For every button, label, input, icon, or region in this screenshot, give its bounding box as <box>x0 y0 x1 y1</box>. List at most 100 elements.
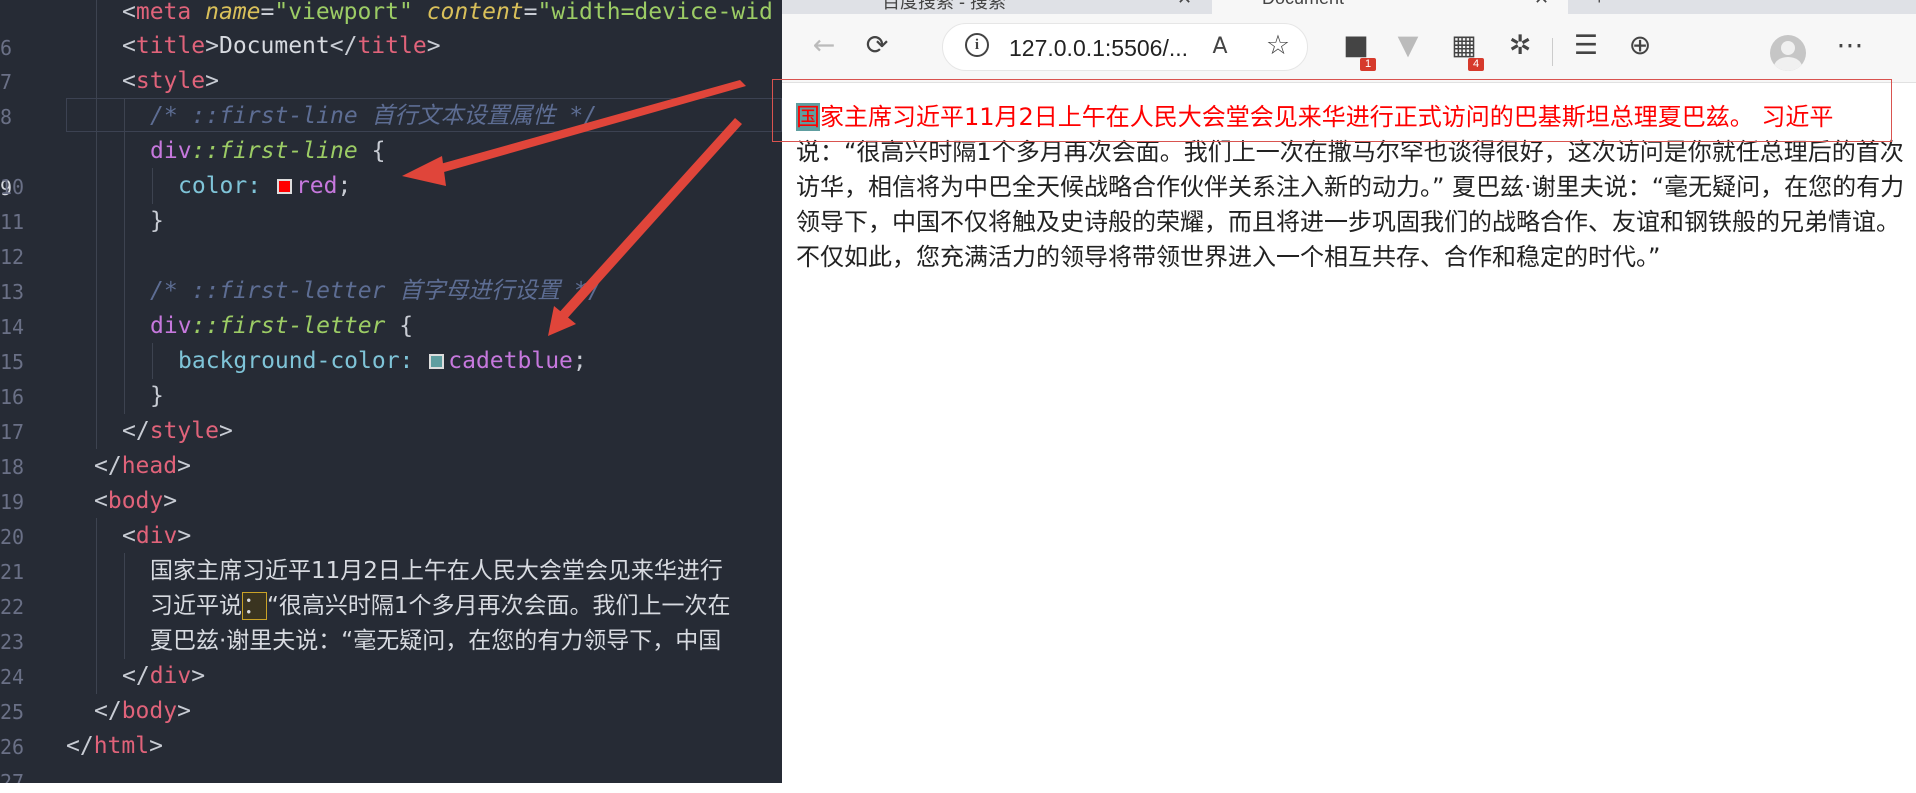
code-text: <meta name="viewport" content="width=dev… <box>122 0 773 25</box>
code-line[interactable]: 8 <style> <box>0 63 782 129</box>
div-text-line: 国家主席习近平11月2日上午在人民大会堂会见来华进行 <box>150 558 723 584</box>
vue-devtools-icon[interactable]: ▼ <box>1390 28 1426 64</box>
code-text: </html> <box>66 733 163 759</box>
profile-avatar[interactable] <box>1770 35 1806 71</box>
code-text: <body> <box>94 488 178 514</box>
code-line[interactable]: 27 </html> <box>0 728 782 783</box>
div-text-segment: 习近平说 <box>150 593 242 619</box>
code-line[interactable]: 17 } <box>0 378 782 444</box>
code-line[interactable]: 14 /* ::first-letter 首字母进行设置 */ <box>0 273 782 339</box>
code-line[interactable]: 16 background-color: cadetblue; <box>0 343 782 409</box>
code-line[interactable]: 24 夏巴兹·谢里夫说：“毫无疑问，在您的有力领导下，中国 <box>0 623 782 689</box>
css-value: cadetblue <box>448 348 573 374</box>
new-tab-icon[interactable]: + <box>1594 0 1605 9</box>
color-swatch[interactable] <box>429 354 445 369</box>
avatar-body <box>1774 57 1802 71</box>
code-line[interactable]: 12 } <box>0 203 782 269</box>
attr-name: content <box>426 0 524 25</box>
code-text: background-color: cadetblue; <box>178 348 587 374</box>
code-text: div::first-line { <box>150 138 386 164</box>
collections-icon[interactable]: ⊕ <box>1622 28 1658 64</box>
indent-guide <box>124 168 125 204</box>
indent-guide <box>124 343 125 379</box>
add-favorite-icon[interactable]: ☆ <box>1260 28 1296 64</box>
indent-guide <box>96 553 97 589</box>
div-text-line: 夏巴兹·谢里夫说：“毫无疑问，在您的有力领导下，中国 <box>150 628 722 654</box>
code-line[interactable]: 23 习近平说：“很高兴时隔1个多月再次会面。我们上一次在 <box>0 588 782 654</box>
toolbar-divider <box>1552 38 1553 66</box>
code-line[interactable]: 18 </style> <box>0 413 782 479</box>
code-line[interactable]: 21 <div> <box>0 518 782 584</box>
code-line[interactable]: 20 <body> <box>0 483 782 549</box>
paragraph-text: 家主席习近平11月2日上午在人民大会堂会见来华进行正式访问的巴基斯坦总理夏巴兹。… <box>796 103 1905 271</box>
reload-icon[interactable]: ⟳ <box>859 28 895 64</box>
code-line-current[interactable]: 9 /* ::first-line 首行文本设置属性 */ <box>0 98 782 200</box>
code-line[interactable]: 11 color: red; <box>0 168 782 234</box>
indent-guide <box>96 203 97 239</box>
code-line[interactable]: 13 <box>0 238 782 304</box>
indent-guide <box>96 0 97 30</box>
browser-toolbar: ← ⟳ i 127.0.0.1:5506/... A ☆ ■ 1 ▼ ▦ 4 ✲… <box>782 14 1916 83</box>
css-property: color: <box>178 173 262 199</box>
code-text: </head> <box>94 453 191 479</box>
code-line[interactable]: 22 国家主席习近平11月2日上午在人民大会堂会见来华进行 <box>0 553 782 619</box>
code-text: } <box>150 383 164 409</box>
address-bar[interactable]: i 127.0.0.1:5506/... <box>942 23 1308 71</box>
indent-guide <box>96 343 97 379</box>
code-text: </body> <box>94 698 191 724</box>
code-text: color: red; <box>178 173 352 199</box>
indent-guide <box>124 378 125 414</box>
indent-guide <box>96 133 97 169</box>
indent-guide <box>124 133 125 169</box>
extensions-puzzle-icon[interactable]: ✲ <box>1502 28 1538 64</box>
indent-guide <box>96 98 97 134</box>
code-line[interactable]: 25 </div> <box>0 658 782 724</box>
code-editor[interactable]: 6 <meta name="viewport" content="width=d… <box>0 0 782 783</box>
read-aloud-icon[interactable]: A <box>1200 36 1240 72</box>
tab-active[interactable]: Document ✕ <box>1212 0 1568 14</box>
tab-close-icon[interactable]: ✕ <box>1177 0 1192 9</box>
browser-window: 百度搜索 - 搜索 ✕ Document ✕ + ← ⟳ i 127.0.0.1… <box>782 0 1916 783</box>
indent-guide <box>96 658 97 694</box>
css-comment: /* ::first-letter 首字母进行设置 */ <box>150 278 602 304</box>
code-line[interactable]: 6 <meta name="viewport" content="width=d… <box>0 0 782 60</box>
indent-guide <box>152 168 153 204</box>
title-text: Document <box>218 33 330 59</box>
code-line[interactable]: 15 div::first-letter { <box>0 308 782 374</box>
site-info-icon[interactable]: i <box>965 33 989 57</box>
tab-close-icon[interactable]: ✕ <box>1534 0 1549 9</box>
indent-guide <box>96 28 97 64</box>
more-menu-icon[interactable]: ⋯ <box>1832 28 1868 64</box>
code-line[interactable]: 10 div::first-line { <box>0 133 782 199</box>
code-text: } <box>150 208 164 234</box>
attr-name: name <box>205 0 261 25</box>
matched-char-highlight: ： <box>242 592 267 620</box>
indent-guide <box>96 413 97 449</box>
page-content: 国家主席习近平11月2日上午在人民大会堂会见来华进行正式访问的巴基斯坦总理夏巴兹… <box>796 100 1906 275</box>
indent-guide <box>124 553 125 589</box>
indent-guide <box>124 273 125 309</box>
css-property: background-color: <box>178 348 414 374</box>
code-line[interactable]: 26 </body> <box>0 693 782 759</box>
color-swatch[interactable] <box>276 179 292 194</box>
tab-label: Document <box>1262 0 1344 9</box>
attr-value: "width=device-wid <box>537 0 773 25</box>
code-line[interactable]: 7 <title>Document</title> <box>0 28 782 94</box>
div-text-line: 习近平说：“很高兴时隔1个多月再次会面。我们上一次在 <box>150 588 731 624</box>
code-line[interactable]: 19 </head> <box>0 448 782 514</box>
indent-guide <box>96 518 97 554</box>
indent-guide <box>124 98 125 134</box>
indent-guide <box>124 588 125 624</box>
indent-guide <box>96 273 97 309</box>
code-text: <style> <box>122 68 219 94</box>
css-pseudo-element: ::first-line <box>191 138 358 164</box>
css-pseudo-element: ::first-letter <box>191 313 386 339</box>
indent-guide <box>96 238 97 274</box>
tab-inactive[interactable]: 百度搜索 - 搜索 ✕ <box>782 0 1212 14</box>
css-comment: /* ::first-line 首行文本设置属性 */ <box>150 103 598 129</box>
indent-guide <box>96 588 97 624</box>
div-text-segment: “很高兴时隔1个多月再次会面。我们上一次在 <box>267 593 731 619</box>
back-icon[interactable]: ← <box>806 28 842 64</box>
code-text: <div> <box>122 523 192 549</box>
favorites-icon[interactable]: ☰ <box>1568 28 1604 64</box>
